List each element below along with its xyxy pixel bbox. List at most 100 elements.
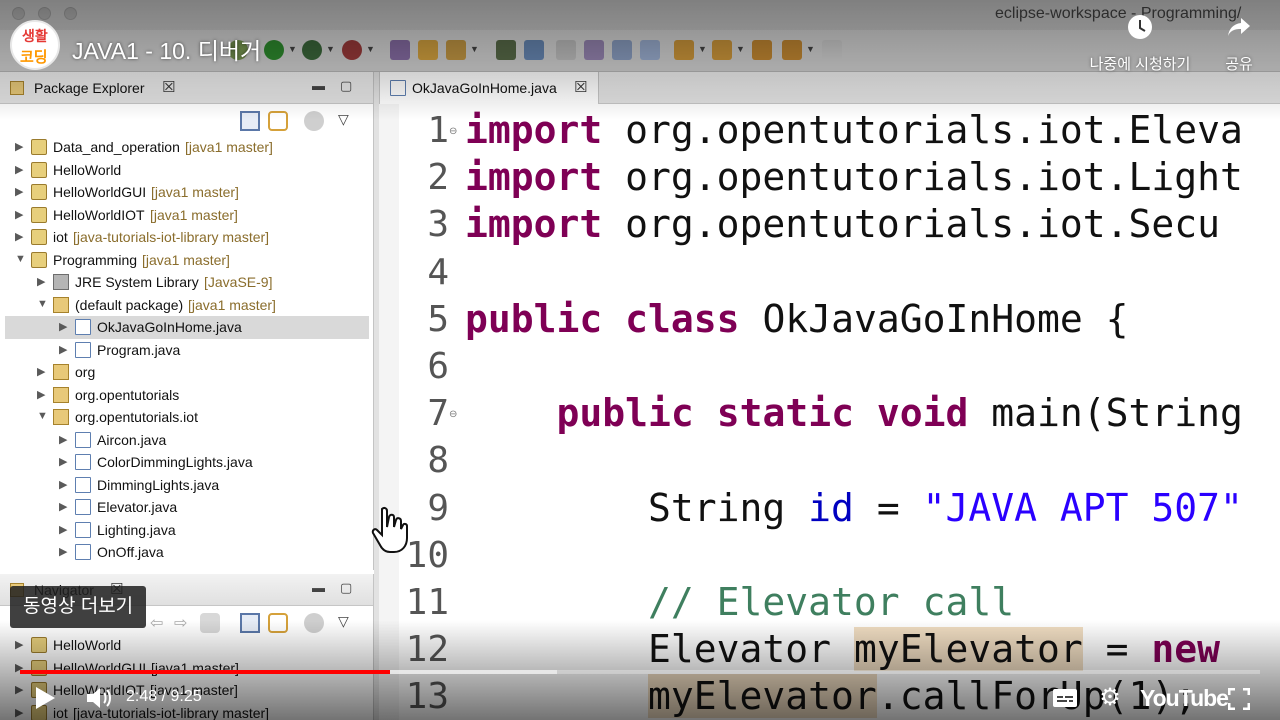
chevron-right-icon[interactable]: ▶ <box>15 683 23 696</box>
toggle-mark-icon[interactable] <box>556 40 576 60</box>
toggle-breadcrumb-icon[interactable] <box>584 40 604 60</box>
back-icon[interactable]: ⇦ <box>150 613 170 633</box>
coverage-dropdown-icon[interactable]: ▼ <box>326 44 335 54</box>
tree-item[interactable]: ▶ Elevator.java <box>5 496 369 519</box>
code-line[interactable]: import org.opentutorials.iot.Light <box>465 155 1243 199</box>
fold-toggle-icon[interactable]: ⊖ <box>449 409 457 420</box>
code-line[interactable]: myElevator.callForUp(1); <box>465 674 1197 719</box>
new-class-icon[interactable] <box>446 40 466 60</box>
link-with-editor-icon[interactable] <box>268 111 288 131</box>
tree-item[interactable]: ▼ (default package) [java1 master] <box>5 294 369 317</box>
minimize-view-icon[interactable]: ▬ <box>312 78 325 93</box>
coverage-icon[interactable] <box>302 40 322 60</box>
close-icon[interactable]: ☒ <box>162 78 175 96</box>
up-icon[interactable] <box>200 613 220 633</box>
run-dropdown-icon[interactable]: ▼ <box>288 44 297 54</box>
chevron-right-icon[interactable]: ▶ <box>15 638 23 651</box>
forward-icon[interactable]: ⇨ <box>174 613 194 633</box>
tree-item[interactable]: ▶ Program.java <box>5 339 369 362</box>
open-type-icon[interactable] <box>496 40 516 60</box>
chevron-right-icon[interactable]: ▶ <box>59 478 67 491</box>
chevron-right-icon[interactable]: ▶ <box>59 433 67 446</box>
code-line[interactable]: import org.opentutorials.iot.Eleva <box>465 108 1243 152</box>
window-minimize-button[interactable] <box>38 7 51 20</box>
tree-item[interactable]: ▶ HelloWorldGUI [java1 master] <box>5 181 369 204</box>
collapse-all-icon[interactable] <box>240 111 260 131</box>
tree-item[interactable]: ▶ org <box>5 361 369 384</box>
code-line[interactable]: public static void main(String <box>465 391 1243 435</box>
search-icon[interactable] <box>524 40 544 60</box>
link-with-editor-icon[interactable] <box>268 613 288 633</box>
external-tools-dropdown-icon[interactable]: ▼ <box>366 44 375 54</box>
tree-item[interactable]: ▶ OkJavaGoInHome.java <box>5 316 369 339</box>
video-title[interactable]: JAVA1 - 10. 디버거 <box>72 32 261 66</box>
view-menu-icon[interactable]: ▽ <box>338 111 358 131</box>
external-tools-icon[interactable] <box>342 40 362 60</box>
collapse-all-icon[interactable] <box>240 613 260 633</box>
navigator-item[interactable]: ▶ HelloWorldGUI [java1 master] <box>5 657 369 680</box>
new-package-icon[interactable] <box>418 40 438 60</box>
fold-toggle-icon[interactable]: ⊖ <box>449 126 457 137</box>
chevron-down-icon[interactable]: ▼ <box>37 410 48 422</box>
code-line[interactable]: // Elevator call <box>465 580 1014 624</box>
tree-item[interactable]: ▶ Lighting.java <box>5 519 369 542</box>
subtitles-icon[interactable] <box>1052 688 1078 708</box>
code-editor[interactable]: 1 ⊖ import org.opentutorials.iot.Eleva 2 imp… <box>379 104 1280 720</box>
next-annotation-icon[interactable] <box>674 40 694 60</box>
previous-annotation-dropdown-icon[interactable]: ▼ <box>736 44 745 54</box>
tree-item[interactable]: ▼ org.opentutorials.iot <box>5 406 369 429</box>
new-java-project-icon[interactable] <box>390 40 410 60</box>
chevron-down-icon[interactable]: ▼ <box>37 298 48 310</box>
chevron-right-icon[interactable]: ▶ <box>15 163 23 176</box>
youtube-logo[interactable]: YouTube <box>1140 685 1229 712</box>
chevron-right-icon[interactable]: ▶ <box>59 343 67 356</box>
settings-gear-icon[interactable]: ⚙ <box>1098 686 1122 710</box>
tree-item[interactable]: ▶ Data_and_operation [java1 master] <box>5 136 369 159</box>
code-line[interactable]: public class OkJavaGoInHome { <box>465 297 1129 341</box>
chevron-right-icon[interactable]: ▶ <box>37 365 45 378</box>
block-selection-icon[interactable] <box>612 40 632 60</box>
chevron-right-icon[interactable]: ▶ <box>37 275 45 288</box>
code-line[interactable]: Elevator myElevator = new <box>465 627 1220 672</box>
last-edit-location-icon[interactable] <box>752 40 772 60</box>
tree-item[interactable]: ▶ ColorDimmingLights.java <box>5 451 369 474</box>
show-whitespace-icon[interactable] <box>640 40 660 60</box>
next-annotation-dropdown-icon[interactable]: ▼ <box>698 44 707 54</box>
chevron-right-icon[interactable]: ▶ <box>15 230 23 243</box>
editor-tab-okjavagoinhome[interactable]: OkJavaGoInHome.java ☒ <box>379 72 599 104</box>
chevron-right-icon[interactable]: ▶ <box>15 208 23 221</box>
navigator-item[interactable]: ▶ HelloWorld <box>5 634 369 657</box>
focus-on-task-icon[interactable] <box>304 613 324 633</box>
more-videos-button[interactable]: 동영상 더보기 <box>10 586 147 628</box>
chevron-right-icon[interactable]: ▶ <box>15 706 23 719</box>
tree-item[interactable]: ▶ org.opentutorials <box>5 384 369 407</box>
tree-item[interactable]: ▼ Programming [java1 master] <box>5 249 369 272</box>
chevron-right-icon[interactable]: ▶ <box>59 320 67 333</box>
window-close-button[interactable] <box>12 7 25 20</box>
chevron-right-icon[interactable]: ▶ <box>15 140 23 153</box>
watch-later-button[interactable]: 나중에 시청하기 <box>1078 14 1202 74</box>
chevron-down-icon[interactable]: ▼ <box>15 253 26 265</box>
new-class-dropdown-icon[interactable]: ▼ <box>470 44 479 54</box>
forward-icon[interactable] <box>822 40 842 60</box>
focus-on-task-icon[interactable] <box>304 111 324 131</box>
code-line[interactable]: import org.opentutorials.iot.Secu <box>465 202 1220 246</box>
window-zoom-button[interactable] <box>64 7 77 20</box>
progress-bar[interactable] <box>20 670 1260 674</box>
tree-item[interactable]: ▶ DimmingLights.java <box>5 474 369 497</box>
tree-item[interactable]: ▶ Aircon.java <box>5 429 369 452</box>
package-explorer-tab[interactable]: Package Explorer ☒ ▬ ▢ <box>0 72 373 104</box>
close-icon[interactable]: ☒ <box>574 78 587 96</box>
tree-item[interactable]: ▶ HelloWorld <box>5 159 369 182</box>
chevron-right-icon[interactable]: ▶ <box>37 388 45 401</box>
tree-item[interactable]: ▶ JRE System Library [JavaSE-9] <box>5 271 369 294</box>
volume-icon[interactable] <box>86 686 114 710</box>
run-icon[interactable] <box>264 40 284 60</box>
tree-item[interactable]: ▶ iot [java-tutorials-iot-library master] <box>5 226 369 249</box>
chevron-right-icon[interactable]: ▶ <box>59 523 67 536</box>
code-line[interactable]: String id = "JAVA APT 507" <box>465 486 1243 530</box>
channel-avatar[interactable]: 생활 코딩 <box>10 20 60 70</box>
tree-item[interactable]: ▶ HelloWorldIOT [java1 master] <box>5 204 369 227</box>
previous-annotation-icon[interactable] <box>712 40 732 60</box>
tree-item[interactable]: ▶ OnOff.java <box>5 541 369 564</box>
